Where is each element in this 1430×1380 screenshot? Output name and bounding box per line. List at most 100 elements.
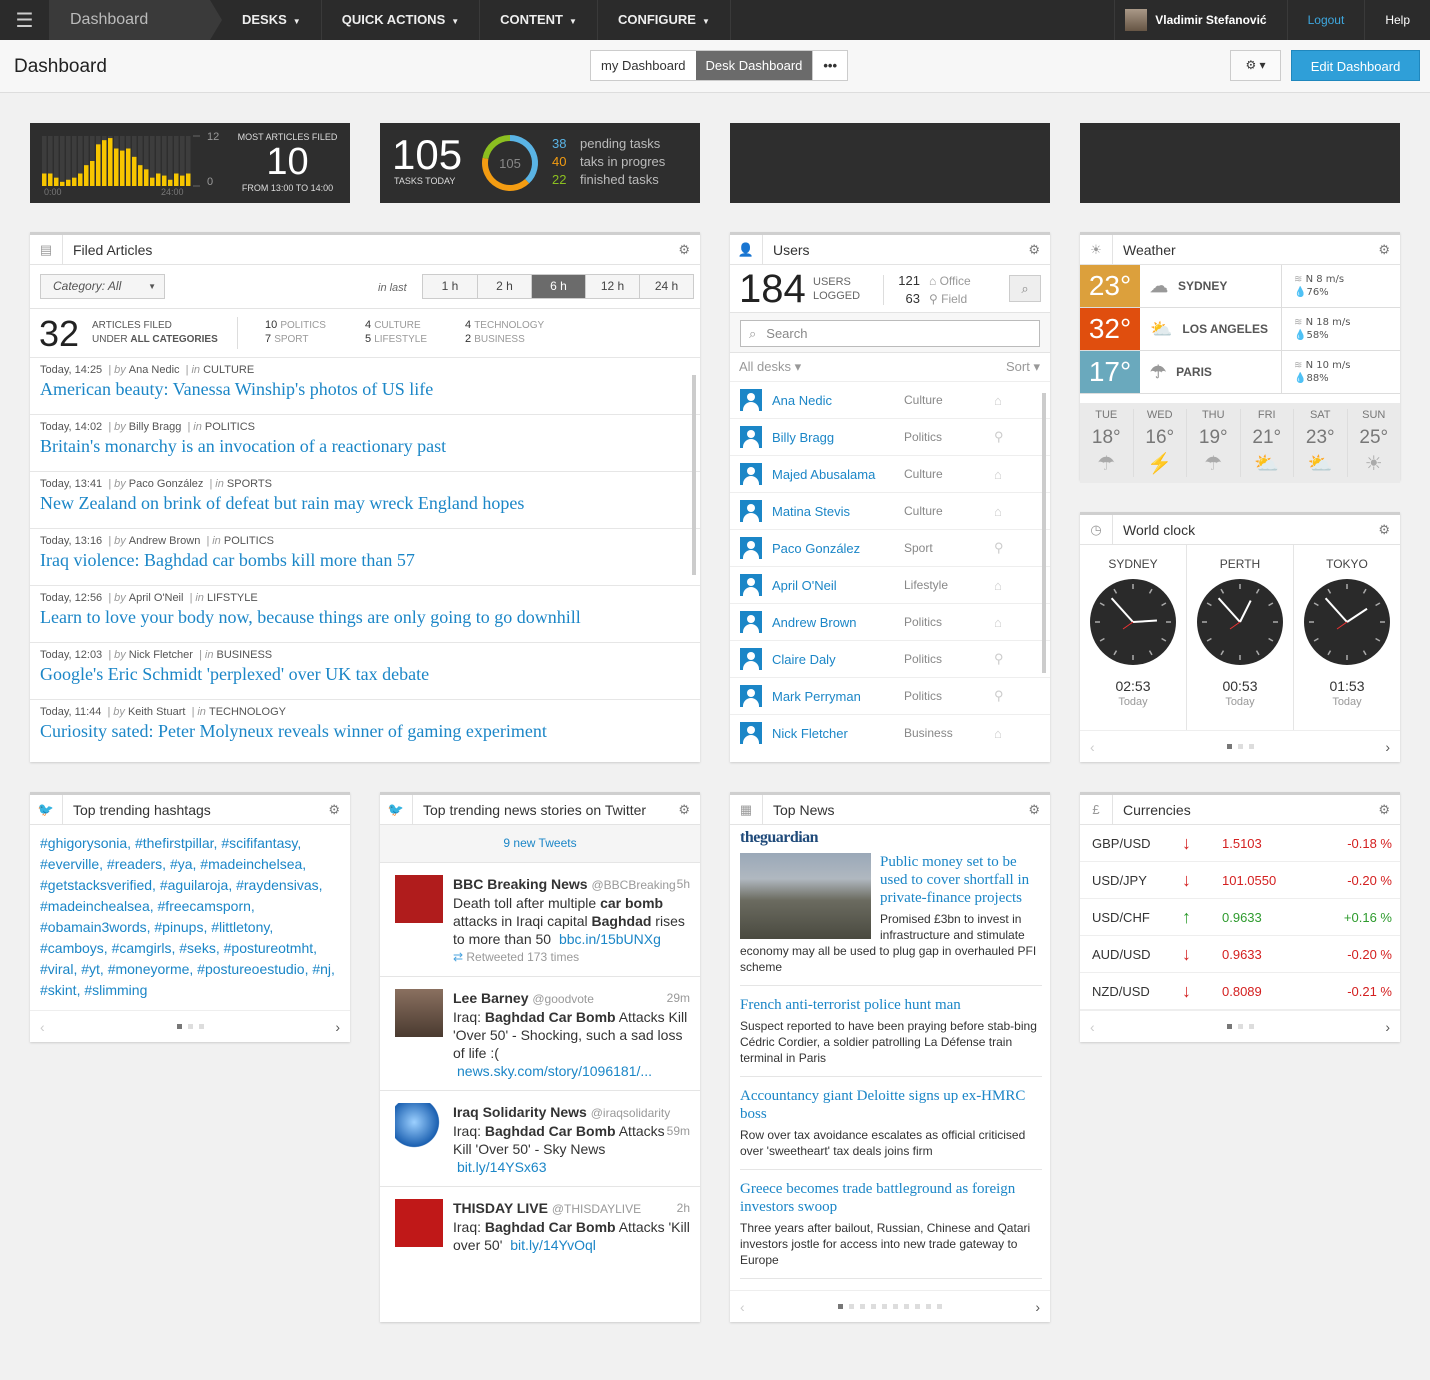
- user-menu[interactable]: Vladimir Stefanović: [1114, 0, 1286, 40]
- page-dot[interactable]: [198, 1024, 204, 1029]
- page-dot[interactable]: [882, 1304, 887, 1309]
- chevron-right-icon[interactable]: ›: [1385, 739, 1390, 755]
- page-dot[interactable]: [849, 1304, 854, 1309]
- gear-icon[interactable]: ⚙: [1028, 802, 1040, 818]
- gear-icon[interactable]: ⚙: [678, 242, 690, 258]
- search-input[interactable]: ⌕ Search: [740, 320, 1040, 347]
- nav-configure[interactable]: CONFIGURE ▼: [598, 0, 731, 40]
- page-dot[interactable]: [937, 1304, 942, 1309]
- page-dot[interactable]: [1226, 1024, 1232, 1029]
- user-name[interactable]: Claire Daly: [772, 652, 904, 667]
- article-author[interactable]: Andrew Brown: [129, 535, 201, 547]
- tweet-link[interactable]: bit.ly/14YvOql: [506, 1237, 596, 1253]
- article-author[interactable]: Paco González: [129, 478, 204, 490]
- article-author[interactable]: April O'Neil: [129, 592, 184, 604]
- tweet-author[interactable]: THISDAY LIVE: [453, 1200, 548, 1216]
- bbc-avatar[interactable]: [395, 875, 443, 923]
- thisday-avatar[interactable]: [395, 1199, 443, 1247]
- nav-content[interactable]: CONTENT ▼: [480, 0, 598, 40]
- gear-icon[interactable]: ⚙: [678, 802, 690, 818]
- hashtag-list[interactable]: #ghigorysonia, #thefirstpillar, #scififa…: [30, 825, 350, 1009]
- scrollbar[interactable]: [1042, 393, 1046, 673]
- nav-quick-actions[interactable]: QUICK ACTIONS ▼: [322, 0, 481, 40]
- page-dot[interactable]: [1248, 744, 1254, 749]
- user-name[interactable]: Ana Nedic: [772, 393, 904, 408]
- user-row[interactable]: Nick Fletcher Business ⌂: [730, 714, 1050, 751]
- user-row[interactable]: Ana Nedic Culture ⌂: [730, 381, 1050, 418]
- page-dot[interactable]: [187, 1024, 193, 1029]
- user-name[interactable]: Nick Fletcher: [772, 726, 904, 741]
- tweet-link[interactable]: bit.ly/14YSx63: [453, 1159, 547, 1175]
- gear-icon[interactable]: ⚙: [1028, 242, 1040, 258]
- chevron-left-icon[interactable]: ‹: [40, 1019, 45, 1035]
- settings-dropdown-button[interactable]: ⚙ ▾: [1230, 50, 1281, 81]
- tab-desk-dashboard[interactable]: Desk Dashboard: [695, 51, 813, 80]
- help-link[interactable]: Help: [1364, 0, 1430, 40]
- page-dot[interactable]: [860, 1304, 865, 1309]
- tweet-handle[interactable]: @iraqsolidarity: [591, 1106, 671, 1120]
- page-dot[interactable]: [893, 1304, 898, 1309]
- tweet-handle[interactable]: @BBCBreaking: [591, 878, 675, 892]
- range-button[interactable]: 1 h: [423, 275, 477, 298]
- tweet-link[interactable]: bbc.in/15bUNXg: [555, 931, 661, 947]
- user-name[interactable]: Paco González: [772, 541, 904, 556]
- page-dot[interactable]: [926, 1304, 931, 1309]
- article-author[interactable]: Billy Bragg: [129, 421, 182, 433]
- category-select[interactable]: Category: All ▼: [40, 274, 165, 299]
- page-dot[interactable]: [904, 1304, 909, 1309]
- user-name[interactable]: Billy Bragg: [772, 430, 904, 445]
- new-tweets-link[interactable]: 9 new Tweets: [380, 825, 700, 862]
- search-toggle-button[interactable]: ⌕: [1009, 275, 1041, 302]
- user-row[interactable]: Andrew Brown Politics ⌂: [730, 603, 1050, 640]
- menu-icon[interactable]: ☰: [0, 0, 50, 40]
- chevron-left-icon[interactable]: ‹: [1090, 1019, 1095, 1035]
- sort-dropdown[interactable]: Sort ▾: [1006, 359, 1040, 375]
- user-row[interactable]: Majed Abusalama Culture ⌂: [730, 455, 1050, 492]
- edit-dashboard-button[interactable]: Edit Dashboard: [1291, 50, 1420, 81]
- article-title-link[interactable]: Google's Eric Schmidt 'perplexed' over U…: [40, 664, 690, 685]
- chevron-right-icon[interactable]: ›: [335, 1019, 340, 1035]
- news-title-link[interactable]: Greece becomes trade battleground as for…: [740, 1180, 1042, 1216]
- tab-my-dashboard[interactable]: my Dashboard: [591, 51, 696, 80]
- user-row[interactable]: Claire Daly Politics ⚲: [730, 640, 1050, 677]
- chevron-right-icon[interactable]: ›: [1035, 1299, 1040, 1315]
- person-avatar[interactable]: [395, 989, 443, 1037]
- gear-icon[interactable]: ⚙: [1378, 242, 1390, 258]
- scrollbar[interactable]: [692, 375, 696, 575]
- news-image[interactable]: [740, 853, 871, 939]
- tweet-handle[interactable]: @goodvote: [532, 992, 594, 1006]
- article-author[interactable]: Nick Fletcher: [129, 649, 193, 661]
- range-button[interactable]: 6 h: [531, 275, 585, 298]
- page-dot[interactable]: [1237, 744, 1243, 749]
- range-button[interactable]: 24 h: [639, 275, 693, 298]
- gear-icon[interactable]: ⚙: [1378, 802, 1390, 818]
- more-button[interactable]: •••: [812, 51, 847, 80]
- gear-icon[interactable]: ⚙: [1378, 522, 1390, 538]
- user-row[interactable]: Matina Stevis Culture ⌂: [730, 492, 1050, 529]
- article-title-link[interactable]: Curiosity sated: Peter Molyneux reveals …: [40, 721, 690, 742]
- user-row[interactable]: Billy Bragg Politics ⚲: [730, 418, 1050, 455]
- range-button[interactable]: 12 h: [585, 275, 639, 298]
- chevron-right-icon[interactable]: ›: [1385, 1019, 1390, 1035]
- tweet-handle[interactable]: @THISDAYLIVE: [552, 1202, 641, 1216]
- tweet-link[interactable]: news.sky.com/story/1096181/...: [453, 1063, 652, 1079]
- news-title-link[interactable]: French anti-terrorist police hunt man: [740, 996, 1042, 1014]
- user-row[interactable]: Paco González Sport ⚲: [730, 529, 1050, 566]
- user-name[interactable]: Matina Stevis: [772, 504, 904, 519]
- article-title-link[interactable]: Iraq violence: Baghdad car bombs kill mo…: [40, 550, 690, 571]
- brand-dashboard[interactable]: Dashboard: [50, 0, 210, 40]
- tweet-author[interactable]: Lee Barney: [453, 990, 528, 1006]
- user-row[interactable]: Mark Perryman Politics ⚲: [730, 677, 1050, 714]
- article-author[interactable]: Ana Nedic: [129, 364, 180, 376]
- user-row[interactable]: April O'Neil Lifestyle ⌂: [730, 566, 1050, 603]
- tweet-author[interactable]: Iraq Solidarity News: [453, 1104, 587, 1120]
- article-title-link[interactable]: Britain's monarchy is an invocation of a…: [40, 436, 690, 457]
- gear-icon[interactable]: ⚙: [328, 802, 340, 818]
- user-name[interactable]: Andrew Brown: [772, 615, 904, 630]
- article-author[interactable]: Keith Stuart: [128, 706, 185, 718]
- news-title-link[interactable]: Accountancy giant Deloitte signs up ex-H…: [740, 1087, 1042, 1123]
- article-title-link[interactable]: New Zealand on brink of defeat but rain …: [40, 493, 690, 514]
- nav-desks[interactable]: DESKS ▼: [222, 0, 322, 40]
- desk-filter-dropdown[interactable]: All desks ▾: [739, 359, 801, 375]
- user-name[interactable]: Majed Abusalama: [772, 467, 904, 482]
